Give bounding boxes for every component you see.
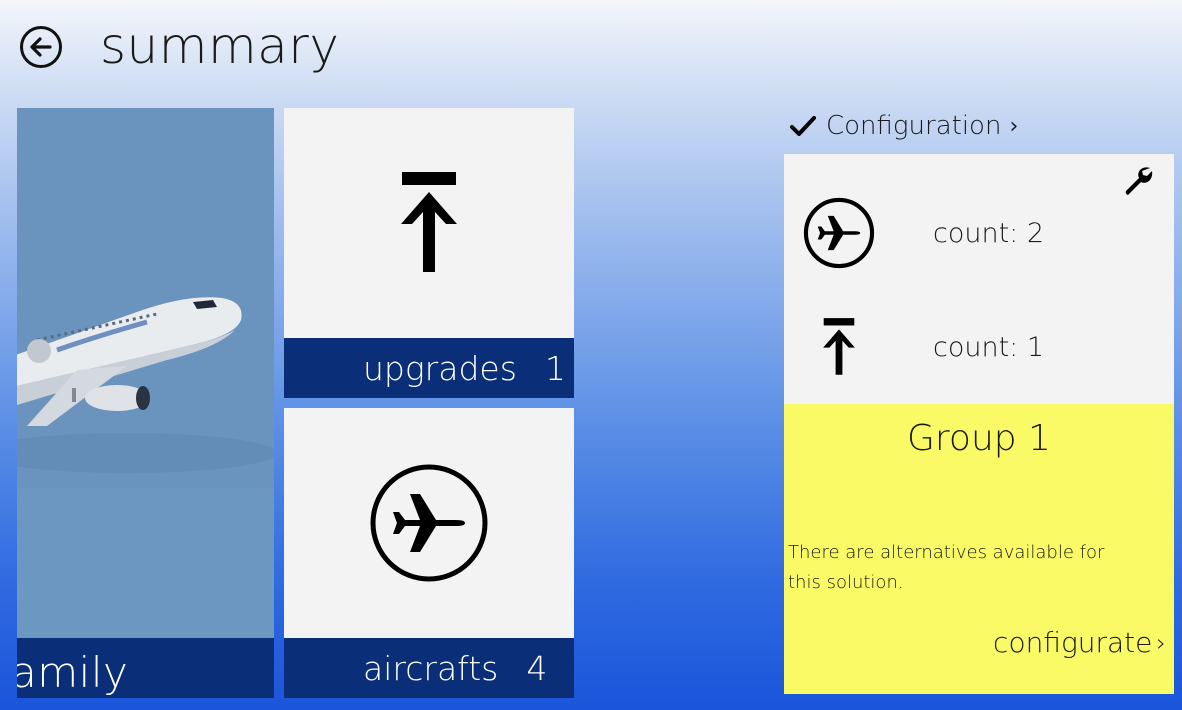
back-button[interactable] (20, 26, 62, 68)
configurate-button[interactable]: configurate › (993, 626, 1166, 659)
upload-arrow-icon (823, 318, 855, 375)
upgrades-tile[interactable]: upgrades 1 (284, 108, 574, 398)
wrench-icon[interactable] (1122, 164, 1156, 198)
upload-arrow-icon (401, 172, 457, 272)
group-title: Group 1 (907, 418, 1051, 459)
group-panel: Group 1 There are alternatives available… (784, 404, 1174, 694)
config-row-aircrafts: count: 2 (784, 196, 1174, 270)
upgrades-label: upgrades (363, 348, 517, 388)
aircrafts-label-bar: aircrafts 4 (284, 638, 574, 698)
family-label-bar: amily (17, 638, 274, 698)
configuration-link[interactable]: Configuration › (790, 110, 1018, 142)
upgrades-label-bar: upgrades 1 (284, 338, 574, 398)
checkmark-icon (790, 116, 816, 136)
airplane-circle-icon (803, 197, 875, 269)
airplane-circle-icon (370, 464, 488, 582)
config-row-text: count: 2 (933, 217, 1045, 249)
configurate-label: configurate (993, 626, 1153, 659)
airplane-photo (17, 108, 274, 638)
upgrades-count: 1 (544, 348, 566, 388)
chevron-right-icon: › (1009, 113, 1019, 139)
aircrafts-label: aircrafts (363, 648, 499, 688)
config-row-text: count: 1 (933, 331, 1045, 363)
back-arrow-icon (30, 37, 52, 57)
configuration-panel: count: 2 count: 1 (784, 154, 1174, 404)
group-description: There are alternatives available for thi… (788, 542, 1105, 593)
aircrafts-tile[interactable]: aircrafts 4 (284, 408, 574, 698)
aircrafts-count: 4 (526, 648, 548, 688)
chevron-right-icon: › (1156, 628, 1166, 657)
configuration-label: Configuration (826, 111, 1002, 141)
family-tile[interactable]: amily (17, 108, 274, 698)
config-row-upgrades: count: 1 (784, 316, 1174, 378)
page-title: summary (100, 17, 340, 75)
family-label: amily (17, 647, 129, 697)
